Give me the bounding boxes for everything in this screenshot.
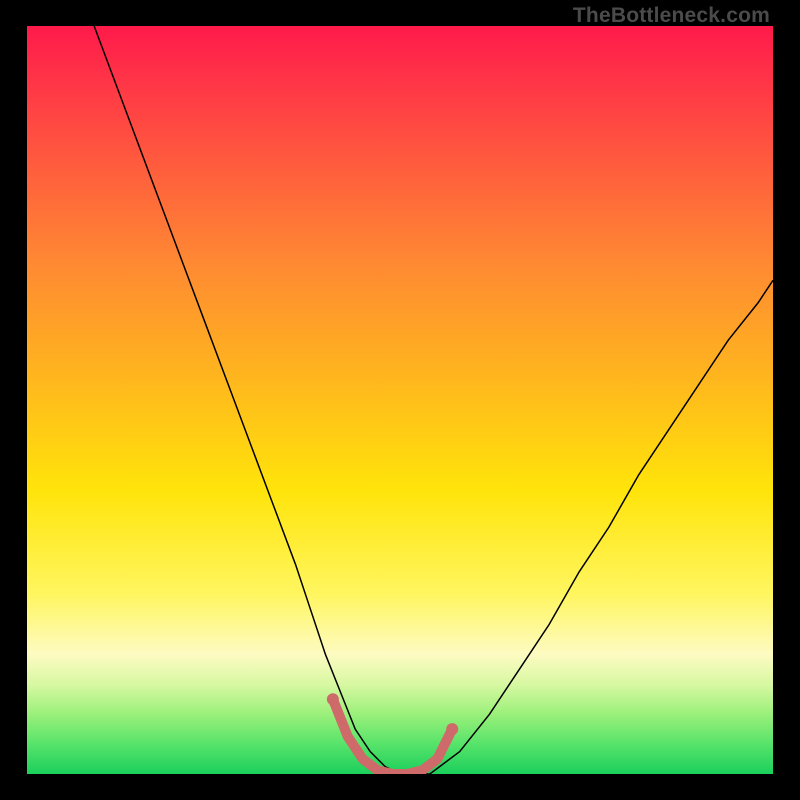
series-optimal-highlight bbox=[333, 699, 452, 774]
series-bottleneck-curve bbox=[94, 26, 773, 774]
attribution-watermark: TheBottleneck.com bbox=[573, 4, 770, 28]
chart-frame: TheBottleneck.com bbox=[0, 0, 800, 800]
highlight-endpoint bbox=[327, 693, 339, 705]
plot-area bbox=[27, 26, 773, 774]
highlight-endpoint bbox=[446, 723, 458, 735]
chart-svg bbox=[27, 26, 773, 774]
